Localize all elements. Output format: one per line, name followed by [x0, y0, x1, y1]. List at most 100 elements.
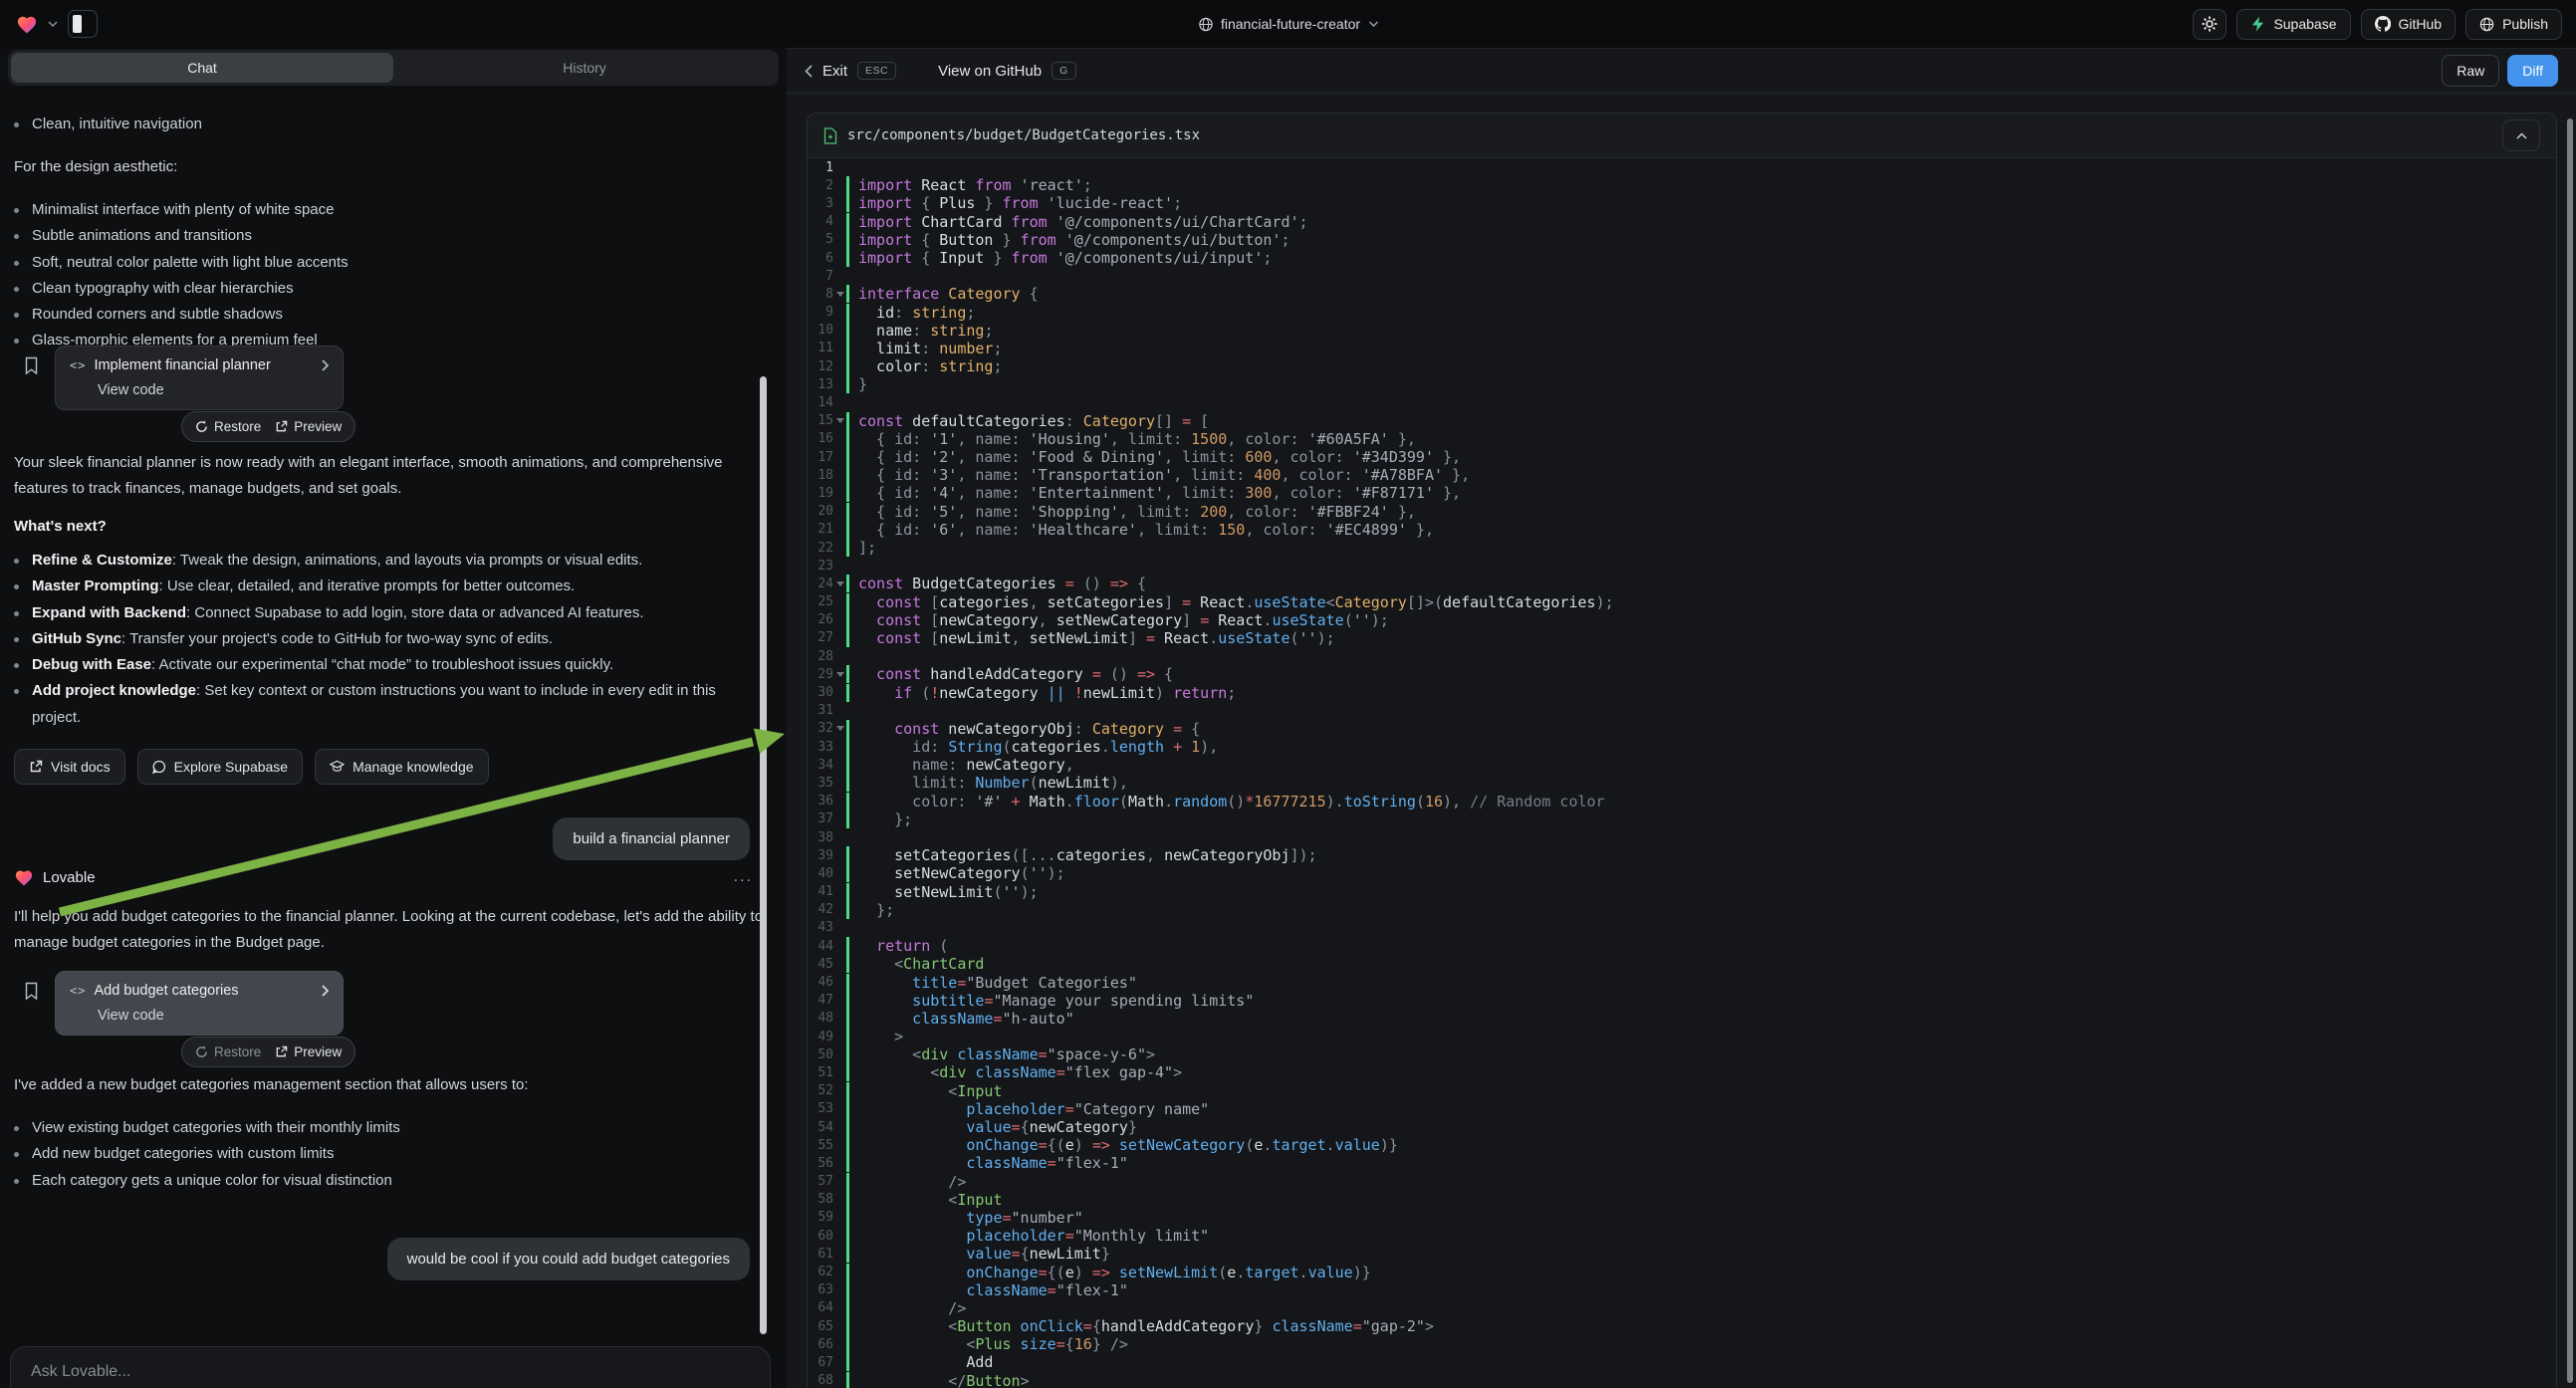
- code-editor[interactable]: 12import React from 'react';3import { Pl…: [808, 158, 2556, 1388]
- line-number[interactable]: 60: [808, 1229, 833, 1244]
- raw-toggle-button[interactable]: Raw: [2442, 55, 2499, 87]
- line-number[interactable]: 40: [808, 866, 833, 881]
- line-number[interactable]: 42: [808, 902, 833, 917]
- explore-supabase-button[interactable]: Explore Supabase: [137, 749, 303, 785]
- line-number[interactable]: 30: [808, 685, 833, 700]
- manage-knowledge-button[interactable]: Manage knowledge: [315, 749, 488, 785]
- line-number[interactable]: 15: [808, 413, 833, 428]
- line-number[interactable]: 47: [808, 993, 833, 1008]
- line-number[interactable]: 36: [808, 794, 833, 809]
- line-number[interactable]: 45: [808, 957, 833, 972]
- line-number[interactable]: 4: [808, 214, 833, 229]
- fold-chevron-icon[interactable]: [833, 581, 846, 586]
- tab-chat[interactable]: Chat: [11, 53, 393, 83]
- line-number[interactable]: 20: [808, 504, 833, 519]
- line-number[interactable]: 66: [808, 1337, 833, 1352]
- line-number[interactable]: 6: [808, 251, 833, 266]
- line-number[interactable]: 54: [808, 1120, 833, 1135]
- restore-button[interactable]: Restore: [195, 419, 261, 434]
- line-number[interactable]: 59: [808, 1210, 833, 1225]
- line-number[interactable]: 48: [808, 1011, 833, 1026]
- fold-chevron-icon[interactable]: [833, 418, 846, 423]
- line-number[interactable]: 38: [808, 830, 833, 845]
- chat-scrollbar[interactable]: [760, 376, 767, 1334]
- line-number[interactable]: 41: [808, 884, 833, 899]
- lovable-logo-icon[interactable]: [16, 14, 38, 34]
- fold-chevron-icon[interactable]: [833, 672, 846, 677]
- supabase-button[interactable]: Supabase: [2236, 9, 2350, 40]
- line-number[interactable]: 19: [808, 486, 833, 501]
- line-number[interactable]: 62: [808, 1265, 833, 1279]
- line-number[interactable]: 21: [808, 522, 833, 537]
- line-number[interactable]: 37: [808, 811, 833, 826]
- visit-docs-button[interactable]: Visit docs: [14, 749, 125, 785]
- line-number[interactable]: 49: [808, 1030, 833, 1044]
- line-number[interactable]: 27: [808, 630, 833, 645]
- restore-button[interactable]: Restore: [195, 1044, 261, 1059]
- version-card-add-budget-categories[interactable]: <> Add budget categories View code: [55, 971, 344, 1036]
- panel-toggle-icon[interactable]: [68, 10, 98, 38]
- line-number[interactable]: 31: [808, 703, 833, 718]
- file-card-header[interactable]: src/components/budget/BudgetCategories.t…: [808, 114, 2556, 158]
- line-number[interactable]: 57: [808, 1174, 833, 1189]
- line-number[interactable]: 68: [808, 1373, 833, 1388]
- bookmark-icon[interactable]: [24, 982, 39, 1001]
- line-number[interactable]: 67: [808, 1355, 833, 1370]
- line-number[interactable]: 63: [808, 1282, 833, 1297]
- line-number[interactable]: 43: [808, 920, 833, 935]
- line-number[interactable]: 5: [808, 232, 833, 247]
- line-number[interactable]: 9: [808, 305, 833, 320]
- line-number[interactable]: 46: [808, 975, 833, 990]
- line-number[interactable]: 23: [808, 559, 833, 574]
- tab-history[interactable]: History: [393, 53, 776, 83]
- preview-button[interactable]: Preview: [275, 1044, 342, 1059]
- line-number[interactable]: 52: [808, 1083, 833, 1098]
- line-number[interactable]: 25: [808, 594, 833, 609]
- line-number[interactable]: 22: [808, 541, 833, 556]
- line-number[interactable]: 35: [808, 776, 833, 791]
- line-number[interactable]: 32: [808, 721, 833, 736]
- preview-button[interactable]: Preview: [275, 419, 342, 434]
- project-switcher[interactable]: financial-future-creator: [1198, 0, 1378, 48]
- github-button[interactable]: GitHub: [2361, 9, 2457, 40]
- chevron-down-icon[interactable]: [48, 21, 58, 27]
- line-number[interactable]: 33: [808, 740, 833, 755]
- line-number[interactable]: 1: [808, 160, 833, 175]
- line-number[interactable]: 51: [808, 1065, 833, 1080]
- publish-button[interactable]: Publish: [2465, 9, 2562, 40]
- line-number[interactable]: 50: [808, 1047, 833, 1062]
- line-number[interactable]: 3: [808, 196, 833, 211]
- line-number[interactable]: 64: [808, 1300, 833, 1315]
- line-number[interactable]: 53: [808, 1101, 833, 1116]
- more-options-icon[interactable]: ...: [734, 868, 753, 886]
- back-chevron-icon[interactable]: [805, 65, 813, 78]
- line-number[interactable]: 26: [808, 612, 833, 627]
- line-number[interactable]: 2: [808, 178, 833, 193]
- version-card-implement-financial-planner[interactable]: <> Implement financial planner View code: [55, 346, 344, 410]
- code-scrollbar[interactable]: [2567, 118, 2573, 1383]
- line-number[interactable]: 11: [808, 341, 833, 355]
- line-number[interactable]: 58: [808, 1192, 833, 1207]
- line-number[interactable]: 28: [808, 649, 833, 664]
- settings-button[interactable]: [2193, 9, 2226, 40]
- view-code-link[interactable]: View code: [98, 382, 329, 398]
- line-number[interactable]: 65: [808, 1319, 833, 1334]
- line-number[interactable]: 12: [808, 359, 833, 374]
- chat-input-box[interactable]: Ask Lovable... Attach Edit Default: [10, 1346, 771, 1388]
- collapse-file-button[interactable]: [2502, 119, 2540, 151]
- line-number[interactable]: 10: [808, 323, 833, 338]
- line-number[interactable]: 39: [808, 848, 833, 863]
- line-number[interactable]: 56: [808, 1156, 833, 1171]
- line-number[interactable]: 14: [808, 395, 833, 410]
- line-number[interactable]: 8: [808, 287, 833, 302]
- line-number[interactable]: 18: [808, 468, 833, 483]
- line-number[interactable]: 29: [808, 667, 833, 682]
- bookmark-icon[interactable]: [24, 356, 39, 375]
- view-on-github-link[interactable]: View on GitHub: [938, 63, 1042, 80]
- line-number[interactable]: 17: [808, 450, 833, 465]
- line-number[interactable]: 13: [808, 377, 833, 392]
- line-number[interactable]: 16: [808, 431, 833, 446]
- line-number[interactable]: 7: [808, 269, 833, 284]
- line-number[interactable]: 24: [808, 577, 833, 591]
- line-number[interactable]: 55: [808, 1138, 833, 1153]
